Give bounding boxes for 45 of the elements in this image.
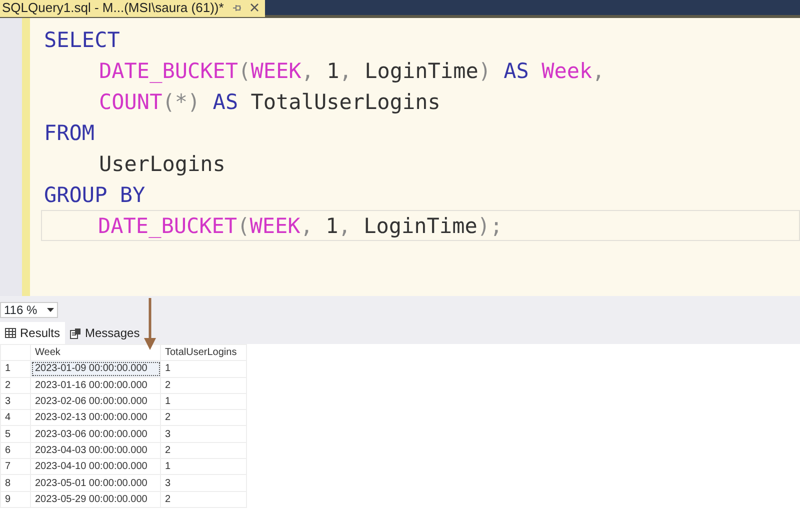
table-cell: 2023-03-06 00:00:00.000 — [30, 426, 160, 442]
table-cell: 3 — [160, 426, 246, 442]
message-icon — [70, 328, 82, 338]
column-header[interactable]: Week — [30, 344, 160, 361]
row-number: 9 — [0, 491, 30, 508]
row-number: 4 — [0, 410, 30, 426]
zoom-dropdown[interactable]: 116 % — [0, 302, 58, 318]
row-number: 5 — [0, 426, 30, 442]
table-cell: 1 — [160, 393, 246, 410]
table-cell: 2023-04-10 00:00:00.000 — [30, 458, 160, 475]
table-cell: 2 — [160, 377, 246, 394]
arrow-annotation — [143, 298, 157, 350]
table-cell: 1 — [160, 360, 246, 378]
code-line: FROM — [43, 120, 96, 147]
table-cell: 2023-05-29 00:00:00.000 — [30, 491, 160, 508]
result-tab[interactable]: Results — [0, 322, 66, 344]
table-cell: 2 — [160, 410, 246, 426]
code-line: COUNT(*) AS TotalUserLogins — [98, 89, 442, 116]
table-cell: 2023-02-13 00:00:00.000 — [30, 410, 160, 426]
code-line: DATE_BUCKET(WEEK, 1, LoginTime) AS Week, — [98, 58, 606, 85]
table-cell: 2023-01-09 00:00:00.000 — [30, 360, 160, 378]
table-cell: 2 — [160, 491, 246, 508]
row-number: 8 — [0, 474, 30, 492]
column-header[interactable]: TotalUserLogins — [160, 344, 246, 361]
grid-icon — [5, 328, 16, 338]
table-cell: 3 — [160, 474, 246, 492]
close-icon[interactable] — [250, 3, 259, 12]
table-cell: 2023-02-06 00:00:00.000 — [30, 393, 160, 410]
result-tab[interactable]: Messages — [65, 322, 145, 344]
tab-title: SQLQuery1.sql - M...(MSI\saura (61))* — [2, 0, 224, 17]
pin-icon[interactable] — [232, 2, 242, 12]
row-number: 3 — [0, 393, 30, 410]
table-cell: 1 — [160, 458, 246, 475]
code-line: UserLogins — [98, 151, 226, 178]
code-line: GROUP BY — [43, 182, 146, 209]
row-number: 2 — [0, 377, 30, 394]
table-cell: 2 — [160, 442, 246, 459]
table-cell: 2023-01-16 00:00:00.000 — [30, 377, 160, 394]
document-tab[interactable]: SQLQuery1.sql - M...(MSI\saura (61))* — [0, 0, 265, 16]
table-cell: 2023-05-01 00:00:00.000 — [30, 474, 160, 492]
table-cell: 2023-04-03 00:00:00.000 — [30, 442, 160, 459]
code-line: SELECT — [43, 27, 121, 54]
row-number: 7 — [0, 458, 30, 475]
row-number: 6 — [0, 442, 30, 459]
code-editor[interactable]: SELECT DATE_BUCKET(WEEK, 1, LoginTime) AS Week, COUNT(*) AS TotalUserLogins FROM UserLogins GROUP BY DATE_BUCKET(WEEK, 1, LoginTime); — [30, 18, 800, 296]
